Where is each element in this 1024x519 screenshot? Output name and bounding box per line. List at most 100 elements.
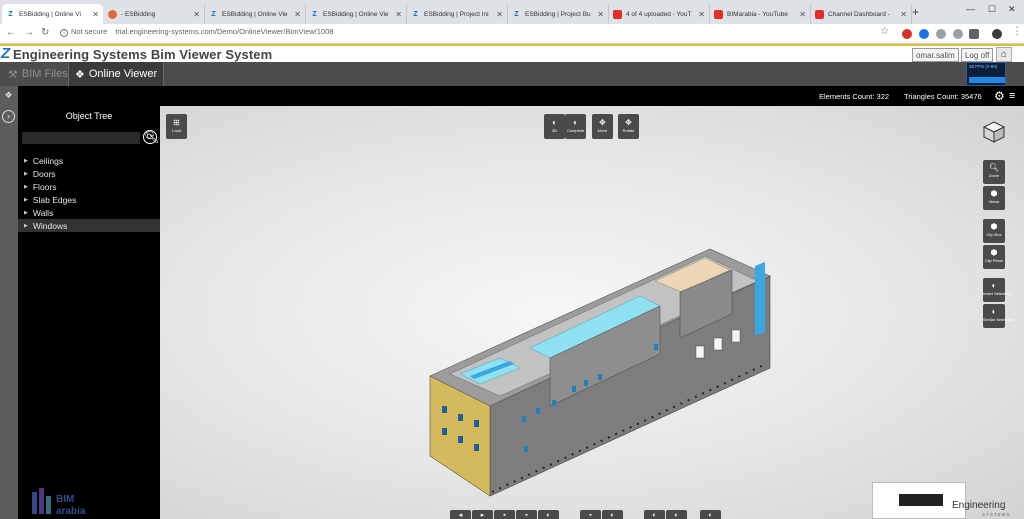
browser-tab-8[interactable]: BIMarabia - YouTube ✕ — [710, 4, 811, 24]
close-icon[interactable]: ✕ — [698, 10, 705, 19]
tab-bim-files[interactable]: ⚒ BIM Files — [2, 62, 74, 86]
model-blue-wall — [755, 262, 765, 336]
extension-icon[interactable] — [902, 29, 912, 39]
home-icon[interactable]: ⌂ — [996, 47, 1012, 62]
bottom-tool-button[interactable]: ◐ — [538, 510, 559, 519]
browser-tab-7[interactable]: 4 of 4 uploaded - YouT ✕ — [609, 4, 710, 24]
close-icon[interactable]: ✕ — [92, 10, 99, 19]
bottom-tool-button[interactable]: ◂ — [450, 510, 471, 519]
close-icon[interactable]: ✕ — [294, 10, 301, 19]
user-button[interactable]: omar.salim — [912, 48, 959, 62]
tree-item-walls[interactable]: ▶ Walls — [18, 206, 160, 219]
tab-online-viewer[interactable]: ❖ Online Viewer — [68, 62, 165, 86]
model-window — [522, 416, 526, 422]
z-logo-icon: Z — [8, 10, 13, 18]
bottom-tool-button[interactable]: ◐ — [666, 510, 687, 519]
extension-icon[interactable] — [969, 29, 979, 39]
tab-title: BIMarabia - YouTube — [727, 10, 788, 18]
elements-count: Elements Count: 322 — [819, 92, 890, 101]
maximize-icon[interactable]: ☐ — [988, 4, 996, 15]
bottom-tool-button[interactable]: ▪ — [580, 510, 601, 519]
z-logo-icon: Z — [514, 10, 519, 18]
browser-tab-6[interactable]: Z ESBidding | Project Bu ✕ — [508, 4, 609, 24]
3d-viewport[interactable]: ⊞ Load ◐ 3D ◐ Complete ✥ Move ✥ Rotate 🔍… — [160, 106, 1024, 519]
url-field[interactable]: i Not secure trial.engineering-systems.com… — [60, 27, 333, 37]
bottom-tool-button[interactable]: ▪ — [494, 510, 515, 519]
caret-right-icon[interactable]: ▶ — [24, 184, 28, 190]
caret-right-icon[interactable]: ▶ — [24, 210, 28, 216]
browser-menu-icon[interactable]: ⋮ — [1012, 26, 1022, 37]
brand-sub: SYSTEMS — [982, 512, 1011, 517]
svg-text:arabia: arabia — [56, 506, 86, 517]
close-icon[interactable]: ✕ — [395, 10, 402, 19]
close-icon[interactable]: ✕ — [900, 10, 907, 19]
viewer-status-bar: Elements Count: 322 Triangles Count: 354… — [0, 86, 1024, 106]
tree-item-doors[interactable]: ▶ Doors — [18, 167, 160, 180]
model-window — [536, 408, 540, 414]
z-logo-icon: Z — [211, 10, 216, 18]
bottom-tool-button[interactable]: ◐ — [700, 510, 721, 519]
tree-item-floors[interactable]: ▶ Floors — [18, 180, 160, 193]
cubes-icon: ❖ — [75, 68, 85, 81]
tree-item-windows[interactable]: ▶ Windows — [18, 219, 160, 232]
fps-graph — [969, 77, 1005, 83]
model-door — [713, 337, 723, 351]
left-icon-strip: ❖ › — [0, 86, 18, 519]
forward-icon[interactable]: → — [24, 27, 34, 38]
cubes-icon[interactable]: ❖ — [2, 89, 15, 102]
tree-item-slab-edges[interactable]: ▶ Slab Edges — [18, 193, 160, 206]
browser-tab-4[interactable]: Z ESBidding | Online Vie ✕ — [306, 4, 407, 24]
logout-button[interactable]: Log off — [961, 48, 994, 62]
model-door — [695, 345, 705, 359]
close-icon[interactable]: ✕ — [597, 10, 604, 19]
window-close-icon[interactable]: ✕ — [1008, 4, 1016, 15]
minimize-icon[interactable]: — — [966, 4, 975, 14]
youtube-icon — [613, 9, 622, 19]
fps-text: 38 FPS (0-60) — [969, 64, 998, 69]
close-icon[interactable]: ✕ — [193, 10, 200, 19]
browser-tab-2[interactable]: - ESBidding ✕ — [104, 4, 205, 24]
profile-avatar[interactable] — [992, 29, 1002, 39]
browser-tab-5[interactable]: Z ESBidding | Project Ini ✕ — [407, 4, 508, 24]
tree-search-input[interactable] — [22, 132, 140, 144]
reload-icon[interactable]: ↻ — [41, 27, 49, 38]
caret-right-icon[interactable]: ▶ — [24, 223, 28, 229]
extension-icon[interactable] — [953, 29, 963, 39]
browser-tab-1[interactable]: Z ESBidding | Online Vi ✕ — [2, 4, 103, 24]
bookmark-star-icon[interactable]: ☆ — [880, 26, 889, 37]
browser-tab-3[interactable]: Z ESBidding | Online Vie ✕ — [205, 4, 306, 24]
extension-icon[interactable] — [919, 29, 929, 39]
bimarabia-watermark: BIM arabia — [32, 488, 86, 517]
arrow-right-icon[interactable]: › — [2, 110, 15, 123]
bottom-tool-button[interactable]: ◐ — [602, 510, 623, 519]
bottom-tool-button[interactable]: ◐ — [644, 510, 665, 519]
z-logo-icon: Z — [312, 10, 317, 18]
model-window — [572, 386, 576, 392]
caret-right-icon[interactable]: ▶ — [24, 158, 28, 164]
tree-item-label: Slab Edges — [32, 194, 77, 205]
fps-meter: 38 FPS (0-60) — [966, 62, 1006, 86]
svg-text:BIM: BIM — [56, 494, 74, 505]
bottom-tool-button[interactable]: ▪ — [516, 510, 537, 519]
tree-item-ceilings[interactable]: ▶ Ceilings — [18, 154, 160, 167]
new-tab-icon[interactable]: + — [912, 5, 919, 19]
model-window — [654, 344, 658, 350]
gear-icon[interactable]: ⚙ — [994, 89, 1005, 103]
close-icon[interactable]: ✕ — [496, 10, 503, 19]
back-icon[interactable]: ← — [6, 27, 16, 38]
tab-title: - ESBidding — [121, 10, 156, 18]
extension-icon[interactable] — [936, 29, 946, 39]
close-icon[interactable]: ✕ — [799, 10, 806, 19]
url-text: trial.engineering-systems.com/Demo/Onlin… — [115, 27, 334, 36]
browser-tab-9[interactable]: Channel Dashboard - ✕ — [811, 4, 912, 24]
browser-tab-strip: Z ESBidding | Online Vi ✕ - ESBidding ✕ … — [0, 0, 1024, 24]
info-icon[interactable]: i — [60, 29, 68, 37]
minimap-model — [899, 494, 943, 506]
tree-item-label: Ceilings — [32, 155, 64, 166]
bim-model[interactable] — [160, 106, 1024, 519]
bottom-tool-button[interactable]: ▸ — [472, 510, 493, 519]
caret-right-icon[interactable]: ▶ — [24, 197, 28, 203]
caret-right-icon[interactable]: ▶ — [24, 171, 28, 177]
tree-filter-icon[interactable]: ⟳ — [143, 130, 157, 144]
hamburger-menu-icon[interactable]: ≡ — [1009, 90, 1015, 102]
